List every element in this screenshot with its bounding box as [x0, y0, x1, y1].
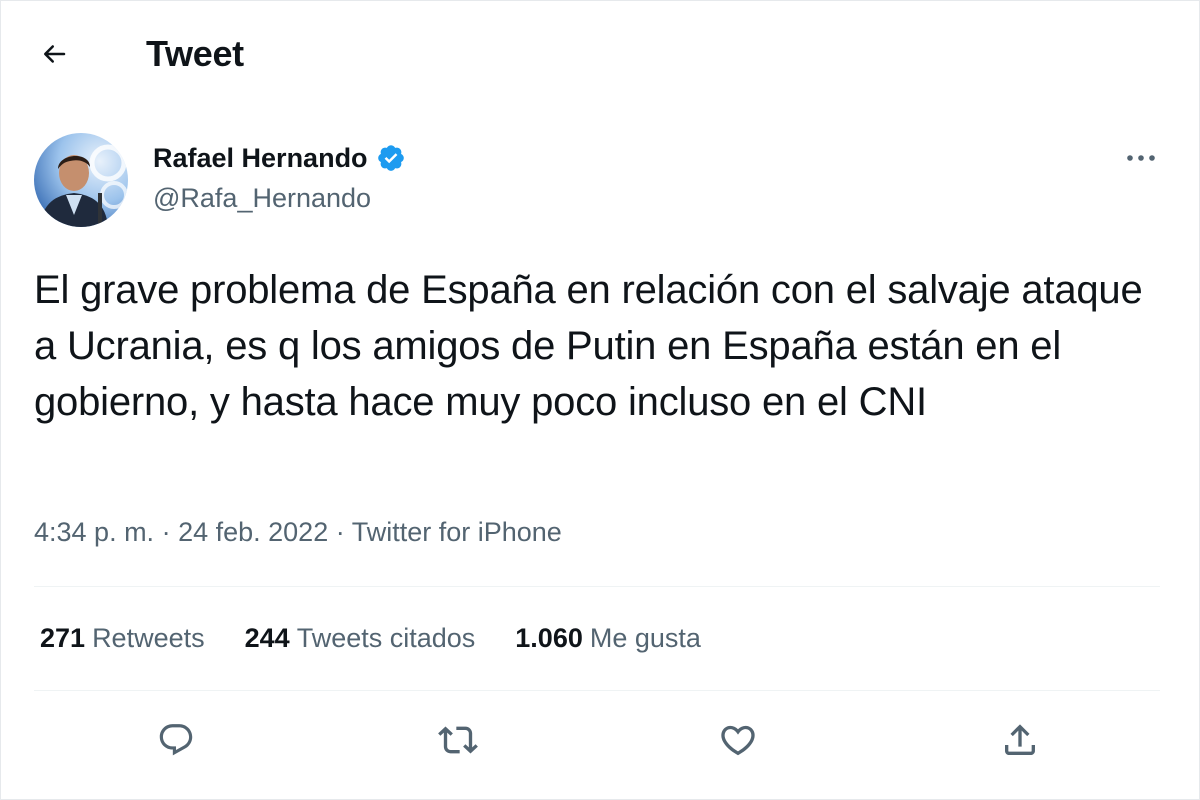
verified-badge-icon — [376, 143, 406, 173]
likes-label: Me gusta — [589, 623, 701, 653]
tweet-text: El grave problema de España en relación … — [34, 268, 1143, 424]
likes-count: 1.060 — [515, 623, 583, 653]
author-name-row[interactable]: Rafael Hernando — [153, 140, 406, 176]
author-handle[interactable]: @Rafa_Hernando — [153, 181, 371, 215]
tweet-date[interactable]: 24 feb. 2022 — [178, 517, 328, 547]
meta-separator: · — [154, 517, 179, 547]
like-button[interactable] — [708, 712, 768, 768]
action-bar — [0, 712, 1200, 772]
more-options-button[interactable] — [1116, 138, 1166, 178]
retweets-label: Retweets — [92, 623, 205, 653]
retweet-icon — [438, 720, 478, 760]
page-header: Tweet — [0, 0, 1200, 108]
meta-separator: · — [328, 517, 352, 547]
arrow-left-icon — [39, 39, 69, 69]
more-dots-icon — [1125, 153, 1157, 163]
engagement-stats: 271 Retweets 244 Tweets citados 1.060 Me gu… — [40, 620, 741, 656]
speech-bubble-icon — [157, 721, 195, 759]
back-button[interactable] — [28, 28, 80, 80]
page-title: Tweet — [146, 33, 244, 74]
tweet-source[interactable]: Twitter for iPhone — [352, 517, 562, 547]
likes-stat[interactable]: 1.060 Me gusta — [515, 620, 701, 656]
reply-button[interactable] — [146, 712, 206, 768]
share-button[interactable] — [990, 712, 1050, 768]
retweets-count: 271 — [40, 623, 86, 653]
tweet-time[interactable]: 4:34 p. m. — [34, 517, 154, 547]
share-upload-icon — [1000, 720, 1040, 760]
retweets-stat[interactable]: 271 Retweets — [40, 620, 205, 656]
avatar[interactable] — [34, 133, 128, 227]
quote-tweets-label: Tweets citados — [296, 623, 476, 653]
author-display-name: Rafael Hernando — [153, 143, 368, 173]
divider — [34, 586, 1160, 587]
tweet-meta: 4:34 p. m. · 24 feb. 2022 · Twitter for … — [34, 514, 562, 550]
quote-tweets-count: 244 — [244, 623, 290, 653]
retweet-button[interactable] — [428, 712, 488, 768]
quote-tweets-stat[interactable]: 244 Tweets citados — [245, 620, 476, 656]
heart-icon — [718, 720, 758, 760]
divider — [34, 690, 1160, 691]
